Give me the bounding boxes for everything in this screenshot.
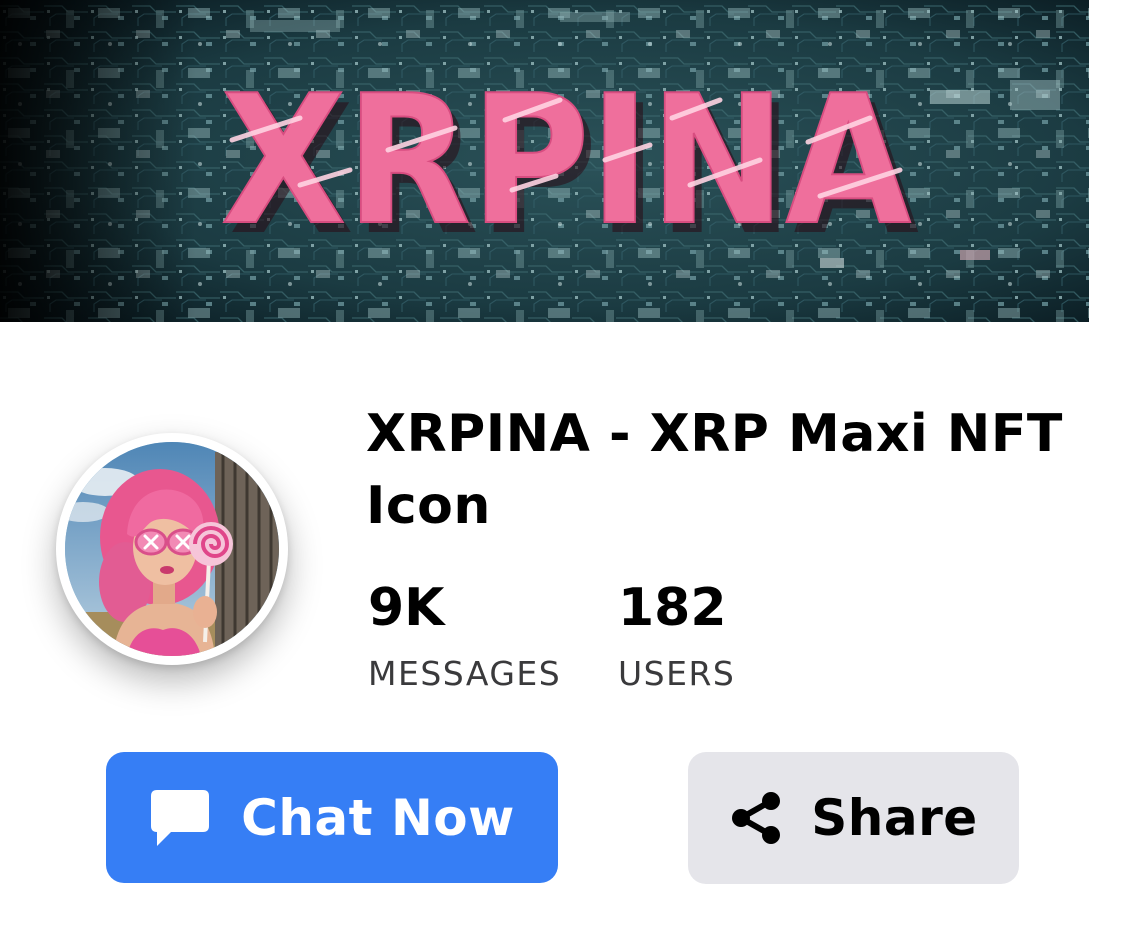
profile-avatar-icon bbox=[65, 442, 279, 656]
users-label: USERS bbox=[618, 654, 736, 693]
messages-label: MESSAGES bbox=[368, 654, 562, 693]
chat-now-label: Chat Now bbox=[241, 788, 515, 847]
group-title: XRPINA - XRP Maxi NFT Icon bbox=[366, 404, 1063, 536]
share-label: Share bbox=[811, 789, 978, 847]
users-count: 182 bbox=[618, 578, 727, 638]
share-button[interactable]: Share bbox=[688, 752, 1019, 884]
messages-stat: 9K MESSAGES bbox=[368, 578, 561, 694]
share-icon bbox=[729, 791, 783, 845]
chat-bubble-icon bbox=[149, 788, 211, 848]
banner-logo-word: XRPINA bbox=[221, 57, 911, 264]
chat-now-button[interactable]: Chat Now bbox=[106, 752, 558, 883]
messages-count: 9K bbox=[368, 578, 445, 638]
cover-banner: XRPINA XRPINA bbox=[0, 0, 1089, 322]
users-stat: 182 USERS bbox=[618, 578, 735, 694]
avatar bbox=[65, 442, 279, 656]
banner-logo-text: XRPINA XRPINA bbox=[220, 56, 919, 274]
avatar-frame bbox=[56, 433, 288, 665]
